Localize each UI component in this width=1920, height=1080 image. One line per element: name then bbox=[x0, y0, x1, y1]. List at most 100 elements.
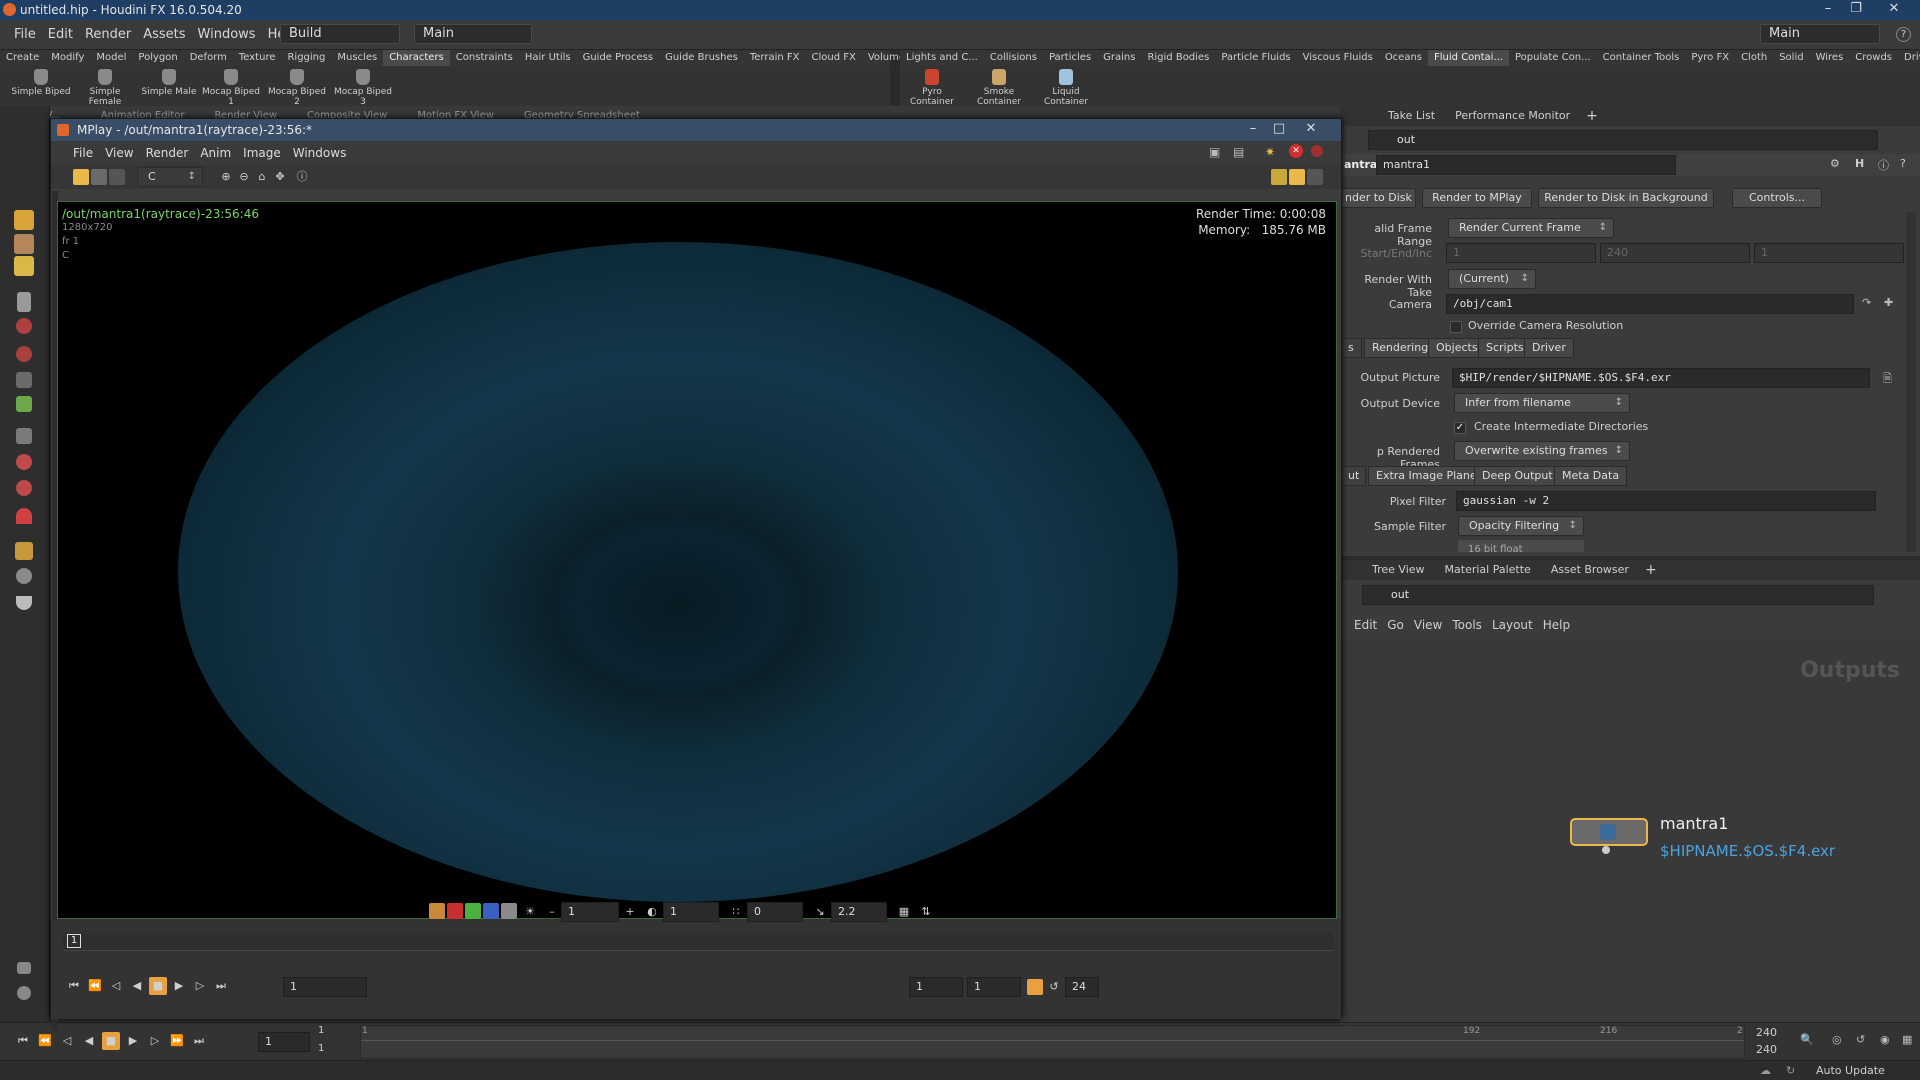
mplay-close-button[interactable]: ✕ bbox=[1297, 120, 1325, 140]
gamma-field[interactable]: 2.2 bbox=[831, 902, 887, 922]
fullscreen-icon[interactable] bbox=[1307, 169, 1323, 185]
tab-tree-view[interactable]: Tree View bbox=[1364, 560, 1433, 580]
render-to-mplay-button[interactable]: Render to MPlay bbox=[1422, 188, 1532, 208]
network-path-field[interactable]: out bbox=[1368, 130, 1878, 150]
parameter-scrollbar[interactable] bbox=[1906, 212, 1916, 552]
shelf-tab[interactable]: Create bbox=[0, 50, 45, 66]
refresh-icon[interactable]: ↻ bbox=[1786, 1064, 1795, 1077]
save-frame-icon[interactable]: ▤ bbox=[1233, 145, 1244, 159]
add-tab-icon[interactable]: + bbox=[1578, 106, 1606, 126]
desktop-dropdown[interactable]: Build bbox=[280, 24, 400, 44]
gamma-value-field[interactable]: 1 bbox=[663, 902, 719, 922]
view-tool-icon[interactable] bbox=[16, 318, 32, 334]
network-editor[interactable]: Outputs mantra1 $HIPNAME.$OS.$F4.exr bbox=[1340, 640, 1920, 1022]
menu-view[interactable]: View bbox=[1414, 618, 1442, 632]
runtime-dropdown[interactable]: Main bbox=[414, 24, 532, 44]
exposure-plus-icon[interactable]: + bbox=[621, 903, 639, 921]
start-frame-field[interactable]: 1 bbox=[1446, 243, 1596, 263]
step-key-back-icon[interactable]: ⏪ bbox=[86, 977, 104, 995]
current-frame-field[interactable]: 1 bbox=[258, 1032, 310, 1052]
network-path-field[interactable]: out bbox=[1362, 585, 1874, 605]
shelf-tab[interactable]: Muscles bbox=[331, 50, 383, 66]
param-tab-driver[interactable]: Driver bbox=[1524, 338, 1574, 358]
grid-view-icon[interactable] bbox=[1289, 169, 1305, 185]
shelf-tab[interactable]: Crowds bbox=[1849, 50, 1898, 66]
shelf-tab[interactable]: Model bbox=[90, 50, 132, 66]
shelf-tab[interactable]: Hair Utils bbox=[519, 50, 577, 66]
tab-take-list[interactable]: Take List bbox=[1380, 106, 1443, 126]
play-reverse-icon[interactable]: ◀ bbox=[128, 977, 146, 995]
sculpt-tool-icon[interactable] bbox=[16, 396, 32, 412]
snap-point-icon[interactable] bbox=[16, 480, 32, 496]
sub-tab-meta-data[interactable]: Meta Data bbox=[1554, 466, 1628, 486]
shelf-set-dropdown[interactable]: Main bbox=[1760, 24, 1880, 44]
snap-multi-icon[interactable] bbox=[15, 542, 33, 560]
close-button[interactable]: ✕ bbox=[1880, 0, 1908, 20]
camera-pick-icon[interactable]: ↷ bbox=[1862, 296, 1871, 309]
gamma-icon[interactable]: ↘ bbox=[811, 903, 829, 921]
mplay-menu-anim[interactable]: Anim bbox=[200, 146, 231, 160]
menu-help[interactable]: Help bbox=[1543, 618, 1570, 632]
auto-update-label[interactable]: Auto Update bbox=[1816, 1064, 1885, 1077]
param-tab-rendering[interactable]: Rendering bbox=[1364, 338, 1437, 358]
valid-frame-range-dropdown[interactable]: Render Current Frame bbox=[1448, 218, 1614, 238]
offset-field[interactable]: 0 bbox=[747, 902, 803, 922]
mantra-node[interactable] bbox=[1570, 818, 1648, 846]
shelf-tab[interactable]: Particles bbox=[1043, 50, 1097, 66]
mplay-title-bar[interactable]: MPlay - /out/mantra1(raytrace)-23:56:* –… bbox=[51, 119, 1341, 141]
rgb-channel-icon[interactable] bbox=[429, 903, 445, 919]
mplay-frame-track[interactable]: 1 bbox=[63, 933, 1333, 951]
pot-icon[interactable] bbox=[16, 596, 32, 610]
checker-icon[interactable] bbox=[1271, 169, 1287, 185]
minimize-button[interactable]: – bbox=[1814, 0, 1842, 20]
shelf-tab[interactable]: Cloud FX bbox=[805, 50, 861, 66]
jump-start-icon[interactable]: ⏮ bbox=[14, 1032, 32, 1050]
paint-tool-icon[interactable] bbox=[16, 372, 32, 388]
channel-dropdown[interactable]: C bbox=[137, 167, 203, 187]
step-forward-icon[interactable]: ▷ bbox=[191, 977, 209, 995]
shelf-tab[interactable]: Drive Simula... bbox=[1898, 50, 1920, 66]
node-name-field[interactable]: mantra1 bbox=[1376, 155, 1676, 175]
tool-simple-biped[interactable]: Simple Biped bbox=[10, 66, 72, 97]
info-icon[interactable]: ⓘ bbox=[293, 168, 311, 186]
shelf-tab[interactable]: Collisions bbox=[984, 50, 1043, 66]
override-res-checkbox[interactable] bbox=[1450, 321, 1462, 333]
info-icon[interactable]: ⓘ bbox=[1878, 157, 1894, 173]
jump-end-icon[interactable]: ⏭ bbox=[190, 1032, 208, 1050]
jump-start-icon[interactable]: ⏮ bbox=[65, 977, 83, 995]
sub-tab-output[interactable]: ut bbox=[1340, 466, 1366, 486]
menu-render[interactable]: Render bbox=[85, 27, 131, 42]
shelf-tab[interactable]: Guide Process bbox=[577, 50, 659, 66]
handle-tool-icon[interactable] bbox=[14, 234, 34, 254]
help-icon[interactable]: ? bbox=[1896, 27, 1911, 42]
red-channel-icon[interactable] bbox=[447, 903, 463, 919]
play-icon[interactable]: ▶ bbox=[170, 977, 188, 995]
tool-smoke-container[interactable]: Smoke Container bbox=[968, 66, 1030, 107]
render-to-disk-background-button[interactable]: Render to Disk in Background bbox=[1538, 188, 1714, 208]
shelf-tab[interactable]: Grains bbox=[1097, 50, 1141, 66]
camera-field[interactable]: /obj/cam1 bbox=[1446, 294, 1854, 314]
center-icon[interactable]: ✥ bbox=[271, 168, 289, 186]
sub-tab-deep-output[interactable]: Deep Output bbox=[1474, 466, 1561, 486]
green-channel-icon[interactable] bbox=[465, 903, 481, 919]
pixel-filter-field[interactable]: gaussian -w 2 bbox=[1456, 491, 1876, 511]
magnet-icon[interactable] bbox=[16, 508, 32, 524]
alpha-channel-icon[interactable] bbox=[501, 903, 517, 919]
shelf-tab[interactable]: Wires bbox=[1810, 50, 1850, 66]
mplay-current-frame-field[interactable]: 1 bbox=[283, 977, 367, 997]
stop-icon[interactable]: ■ bbox=[102, 1032, 120, 1050]
pose-tool-icon[interactable] bbox=[14, 256, 34, 276]
display-menu-icon[interactable] bbox=[109, 169, 125, 185]
menu-go[interactable]: Go bbox=[1387, 618, 1404, 632]
mplay-menu-view[interactable]: View bbox=[105, 146, 133, 160]
mplay-menu-image[interactable]: Image bbox=[243, 146, 281, 160]
render-icon[interactable]: ✷ bbox=[1265, 145, 1275, 159]
mplay-menu-file[interactable]: File bbox=[73, 146, 93, 160]
shelf-tab[interactable]: Deform bbox=[184, 50, 233, 66]
jump-end-icon[interactable]: ⏭ bbox=[212, 977, 230, 995]
step-key-back-icon[interactable]: ⏪ bbox=[36, 1032, 54, 1050]
shelf-tab-active[interactable]: Fluid Contai... bbox=[1428, 50, 1509, 66]
exposure-icon[interactable]: ☀ bbox=[521, 903, 539, 921]
end-frame-field[interactable]: 240 bbox=[1600, 243, 1750, 263]
audio-icon[interactable]: ◉ bbox=[1880, 1033, 1890, 1046]
